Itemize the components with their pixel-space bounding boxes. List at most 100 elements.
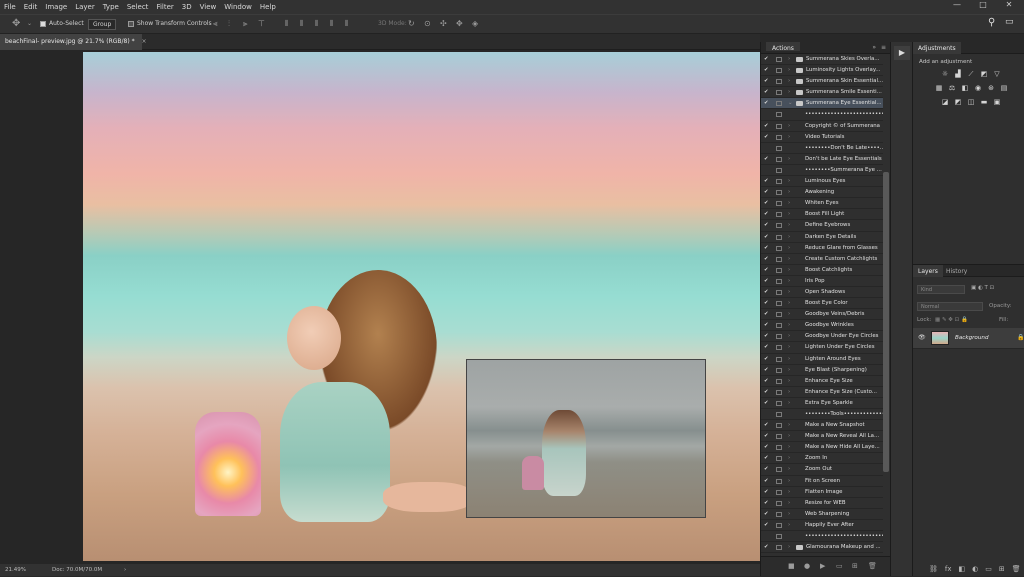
dialog-toggle-icon[interactable]	[776, 68, 782, 74]
action-row[interactable]: ✔ › Glamourana Makeup and ...	[761, 542, 883, 554]
action-row[interactable]: ✔ › Luminous Eyes	[761, 176, 883, 188]
expand-chevron-icon[interactable]: ›	[788, 309, 790, 319]
dialog-toggle-icon[interactable]	[776, 478, 782, 484]
expand-chevron-icon[interactable]: ›	[788, 54, 790, 64]
action-row[interactable]: ✔ › Copyright © of Summerana	[761, 121, 883, 132]
expand-chevron-icon[interactable]: ›	[788, 287, 790, 297]
posterize-icon[interactable]: ◩	[954, 98, 962, 106]
dialog-toggle-icon[interactable]	[776, 467, 782, 473]
expand-chevron-icon[interactable]: ›	[788, 187, 790, 197]
expand-chevron-icon[interactable]: ›	[788, 520, 790, 530]
zoom-level[interactable]: 21.49%	[5, 567, 26, 573]
dialog-toggle-icon[interactable]	[776, 367, 782, 373]
workspace-icon[interactable]: ▭	[1005, 17, 1014, 27]
dialog-toggle-icon[interactable]	[776, 201, 782, 207]
threshold-icon[interactable]: ◫	[967, 98, 975, 106]
align-top-icon[interactable]: ⊤	[258, 19, 265, 28]
action-row[interactable]: ✔ › Don't be Late Eye Essentials	[761, 154, 883, 165]
chevron-down-icon[interactable]: ⌄	[27, 20, 32, 27]
action-check-icon[interactable]: ✔	[764, 298, 772, 308]
distribute-center-icon[interactable]: ⫴	[300, 19, 303, 29]
dialog-toggle-icon[interactable]	[776, 179, 782, 185]
expand-chevron-icon[interactable]: ›	[788, 342, 790, 352]
roll-icon[interactable]: ⊙	[424, 19, 431, 28]
action-check-icon[interactable]: ✔	[764, 54, 772, 64]
curves-icon[interactable]: ⟋	[967, 70, 975, 78]
action-row[interactable]: ✔ › Open Shadows	[761, 287, 883, 299]
dialog-toggle-icon[interactable]	[776, 345, 782, 351]
action-check-icon[interactable]: ✔	[764, 243, 772, 253]
expand-chevron-icon[interactable]: ›	[788, 132, 790, 142]
maximize-button[interactable]: □	[974, 0, 992, 14]
action-check-icon[interactable]: ✔	[764, 87, 772, 97]
dialog-toggle-icon[interactable]	[776, 167, 782, 173]
expand-chevron-icon[interactable]: ›	[788, 320, 790, 330]
expand-chevron-icon[interactable]: ›	[788, 176, 790, 186]
dialog-toggle-icon[interactable]	[776, 112, 782, 118]
action-row[interactable]: ✔ › Video Tutorials	[761, 132, 883, 143]
dialog-toggle-icon[interactable]	[776, 156, 782, 162]
scale-3d-icon[interactable]: ◈	[472, 19, 478, 28]
expand-chevron-icon[interactable]: ›	[788, 198, 790, 208]
action-check-icon[interactable]: ✔	[764, 487, 772, 497]
dialog-toggle-icon[interactable]	[776, 245, 782, 251]
new-set-icon[interactable]: ▭	[836, 562, 843, 570]
action-check-icon[interactable]: ✔	[764, 387, 772, 397]
action-row[interactable]: ✔ › Summerana Smile Essenti...	[761, 87, 883, 99]
menu-file[interactable]: File	[0, 3, 20, 11]
action-row[interactable]: ••••••••Don't Be Late••••...	[761, 143, 883, 154]
action-row[interactable]: ✔ › Iris Pop	[761, 276, 883, 287]
dialog-toggle-icon[interactable]	[776, 400, 782, 406]
action-check-icon[interactable]: ✔	[764, 309, 772, 319]
black-white-icon[interactable]: ◧	[961, 84, 969, 92]
actions-play-icon[interactable]: ▶	[894, 46, 910, 60]
expand-chevron-icon[interactable]: ›	[788, 376, 790, 386]
action-row[interactable]: ✔ › Define Eyebrows	[761, 220, 883, 232]
lock-icons[interactable]: ▦ ✎ ✥ ⊡ 🔒	[935, 317, 968, 323]
status-arrow-icon[interactable]: ›	[124, 567, 126, 573]
menu-help[interactable]: Help	[256, 3, 280, 11]
action-row[interactable]: ✔ › Eye Blast (Sharpening)	[761, 365, 883, 376]
dialog-toggle-icon[interactable]	[776, 101, 782, 107]
expand-chevron-icon[interactable]: ›	[788, 154, 790, 164]
menu-layer[interactable]: Layer	[71, 3, 99, 11]
action-row[interactable]: ✔ › Luminosity Lights Overlay...	[761, 65, 883, 77]
fx-icon[interactable]: fx	[945, 565, 952, 573]
action-row[interactable]: ✔ › Summerana Skin Essential...	[761, 76, 883, 88]
gradient-map-icon[interactable]: ▬	[980, 98, 988, 106]
dialog-toggle-icon[interactable]	[776, 57, 782, 62]
delete-icon[interactable]: 🗑	[868, 562, 877, 570]
tab-adjustments[interactable]: Adjustments	[913, 42, 961, 54]
exposure-icon[interactable]: ◩	[980, 70, 988, 78]
expand-chevron-icon[interactable]: ›	[788, 220, 790, 230]
menu-filter[interactable]: Filter	[152, 3, 177, 11]
group-icon[interactable]: ▭	[985, 565, 992, 573]
expand-chevron-icon[interactable]: ›	[788, 387, 790, 397]
expand-chevron-icon[interactable]: ⌄	[788, 98, 793, 108]
action-check-icon[interactable]: ✔	[764, 342, 772, 352]
visibility-eye-icon[interactable]: 👁	[918, 334, 926, 341]
action-row[interactable]: ✔ › Boost Eye Color	[761, 298, 883, 310]
dialog-toggle-icon[interactable]	[776, 134, 782, 140]
vibrance-icon[interactable]: ▽	[993, 70, 1001, 78]
action-row[interactable]: ✔ › Enhance Eye Size (Custo...	[761, 387, 883, 398]
expand-chevron-icon[interactable]: ›	[788, 476, 790, 486]
menu-select[interactable]: Select	[123, 3, 153, 11]
expand-chevron-icon[interactable]: ›	[788, 453, 790, 463]
dialog-toggle-icon[interactable]	[776, 190, 782, 196]
panel-menu-icon[interactable]: ≡	[881, 44, 886, 51]
dialog-toggle-icon[interactable]	[776, 312, 782, 318]
expand-chevron-icon[interactable]: ›	[788, 276, 790, 286]
action-check-icon[interactable]: ✔	[764, 520, 772, 530]
action-row[interactable]: ✔ › Enhance Eye Size	[761, 376, 883, 387]
action-check-icon[interactable]: ✔	[764, 376, 772, 386]
action-row[interactable]: ✔ › Goodbye Under Eye Circles	[761, 331, 883, 343]
action-row[interactable]: ✔ › Whiten Eyes	[761, 198, 883, 210]
action-check-icon[interactable]: ✔	[764, 509, 772, 519]
dialog-toggle-icon[interactable]	[776, 234, 782, 240]
action-check-icon[interactable]: ✔	[764, 542, 772, 552]
adjustment-layer-icon[interactable]: ◐	[972, 565, 978, 573]
expand-chevron-icon[interactable]: ›	[788, 354, 790, 364]
new-layer-icon[interactable]: ⊞	[999, 565, 1005, 573]
new-action-icon[interactable]: ⊞	[852, 562, 858, 570]
